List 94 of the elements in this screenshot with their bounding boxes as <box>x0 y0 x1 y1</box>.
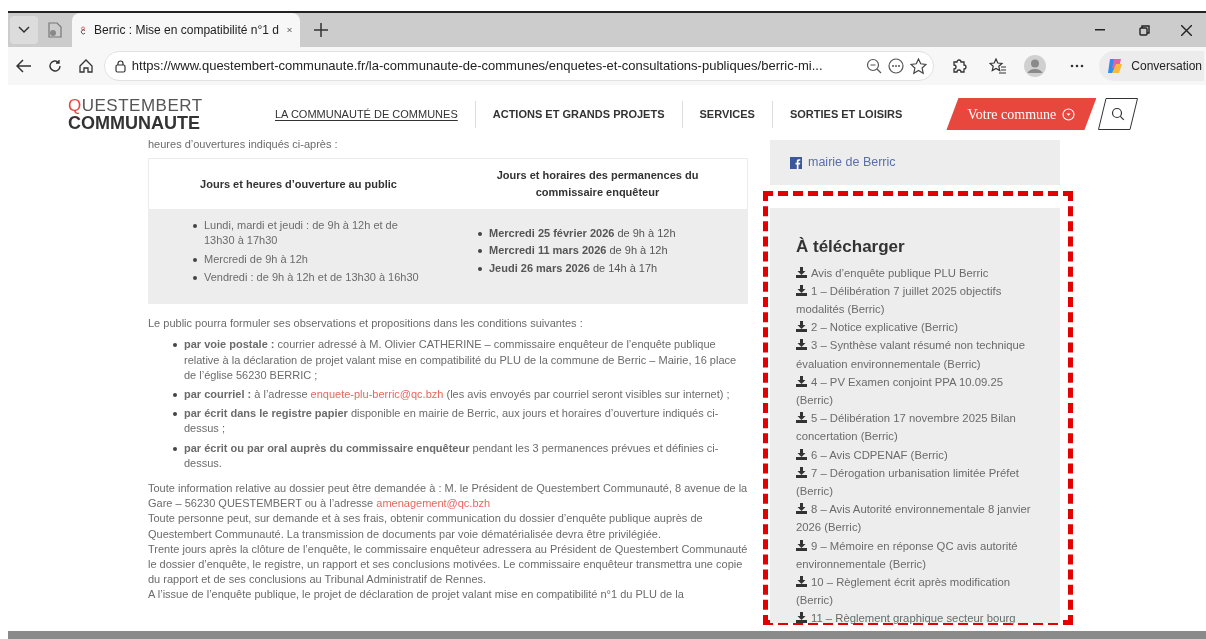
table-cell-text: Mercredi de 9h à 12h <box>204 251 308 267</box>
search-icon <box>1098 98 1139 130</box>
download-link[interactable]: 11 – Règlement graphique secteur bourg <box>796 609 1038 628</box>
download-link[interactable]: 3 – Synthèse valant résumé non technique évaluation environnementale (Berric) <box>796 336 1038 373</box>
download-link[interactable]: 10 – Règlement écrit après modification (Berric) <box>796 572 1038 610</box>
plus-icon <box>314 23 328 37</box>
logo-text: COMMUNAUTE <box>68 113 200 132</box>
bullet-icon <box>193 275 197 280</box>
download-icon <box>796 539 807 551</box>
body-text: A l’issue de l’enquête publique, le projet de déclaration de projet valant mise en compatibilité n°1 du PLU de la <box>148 587 685 603</box>
download-icon <box>796 466 807 478</box>
bullet-icon <box>173 412 177 417</box>
download-icon <box>796 375 807 387</box>
commune-button[interactable]: Votre commune <box>946 98 1097 130</box>
restore-icon <box>1138 24 1150 36</box>
tab-title: Berric : Mise en compatibilité n°1 d <box>94 22 279 39</box>
star-icon <box>910 57 928 75</box>
site-logo[interactable]: QUESTEMBERT COMMUNAUTE <box>68 96 224 132</box>
nav-link[interactable]: LA COMMUNAUTÉ DE COMMUNES <box>275 105 458 123</box>
nav-link[interactable]: SORTIES ET LOISIRS <box>789 105 903 123</box>
bullet-icon <box>193 257 197 262</box>
email-link[interactable]: enquete-plu-berric@qc.bzh <box>310 388 444 400</box>
download-link[interactable]: 7 – Dérogation urbanisation limitée Préfet (Berric) <box>796 463 1038 501</box>
logo-text: QUESTEMBERT <box>68 96 204 114</box>
download-link[interactable]: Avis d’enquête publique PLU Berric <box>796 263 1038 282</box>
download-link[interactable]: 4 – PV Examen conjoint PPA 10.09.25 (Berric) <box>796 372 1038 410</box>
close-icon <box>1180 24 1192 36</box>
download-icon <box>796 412 807 424</box>
refresh-icon <box>47 59 62 73</box>
close-icon[interactable] <box>286 25 292 35</box>
download-link[interactable]: 8 – Avis Autorité environnementale 8 janvier 2026 (Berric) <box>796 500 1038 537</box>
star-list-icon <box>989 58 1008 74</box>
document-icon <box>48 22 62 38</box>
facebook-icon <box>790 156 802 169</box>
list-item-text: par voie postale : courrier adressé à M. Olivier CATHERINE – commissaire enquêteur de l’enquête publique relative à la déclaration de projet valant mise en compatibilité du PLU de la commune de Berric – Mairie, 16 place de l’église 56230 BERRIC ; <box>184 337 738 383</box>
email-link[interactable]: amenagement@qc.bzh <box>376 497 491 510</box>
table-cell-text: Lundi, mardi et jeudi : de 9h à 12h et de 13h30 à 17h30 <box>204 218 399 249</box>
download-link[interactable]: 1 – Délibération 7 juillet 2025 objectifs modalités (Berric) <box>796 281 1038 319</box>
download-icon <box>796 448 807 460</box>
more-options-icon <box>888 58 905 74</box>
download-icon <box>796 284 807 296</box>
bullet-icon <box>173 446 177 451</box>
download-icon <box>796 339 807 351</box>
body-text: Toute personne peut, sur demande et à ses frais, obtenir communication du dossier d’enquête publique auprès de Questembert Communauté. La transmission de documents par voie dématérialisée devra être privilégiée. <box>148 511 704 542</box>
table-cell-text: Mercredi 25 février 2026 de 9h à 12h <box>489 226 676 242</box>
download-icon <box>796 503 807 515</box>
section-title: À télécharger <box>796 236 906 258</box>
list-item-text: par courriel : à l’adresse enquete-plu-berric@qc.bzh (les avis envoyés par courriel seront visibles sur internet) ; <box>184 387 730 402</box>
copilot-button[interactable]: Conversation <box>1099 51 1205 81</box>
search-button[interactable] <box>1098 98 1139 130</box>
bullet-icon <box>478 232 482 237</box>
bullet-icon <box>173 343 177 348</box>
puzzle-icon <box>951 58 967 74</box>
table-cell-text: Jeudi 26 mars 2026 de 14h à 17h <box>489 260 658 276</box>
download-link[interactable]: 6 – Avis CDPENAF (Berric) <box>796 445 1038 464</box>
table-cell-text: Vendredi : de 9h à 12h et de 13h30 à 16h30 <box>204 269 419 285</box>
table-cell-text: Mercredi 11 mars 2026 de 9h à 12h <box>489 243 668 259</box>
download-icon <box>796 321 807 333</box>
download-link[interactable]: 2 – Notice explicative (Berric) <box>796 318 1038 337</box>
horizontal-scrollbar[interactable] <box>8 631 1206 639</box>
download-icon <box>796 266 807 278</box>
bullet-icon <box>173 393 177 397</box>
more-icon <box>1069 64 1084 68</box>
chevron-circle-icon <box>1062 107 1076 121</box>
tab-list-button[interactable] <box>10 16 38 44</box>
body-text: Trente jours après la clôture de l’enquête, le commissaire enquêteur adressera au Président de Questembert Communauté le dossier d’enquête, le registre, un rapport et ses conclusions motivées. Le commissaire enquêteur transmettra une copie du rapport et de ses conclusions au Tribunal Administratif de Rennes. <box>148 541 748 588</box>
home-icon <box>79 59 94 73</box>
download-link[interactable]: 5 – Délibération 17 novembre 2025 Bilan concertation (Berric) <box>796 409 1038 446</box>
bullet-icon <box>478 266 482 271</box>
address-field[interactable]: https://www.questembert-communaute.fr/la-communaute-de-communes/enquetes-et-consultations-publiques/berric-mi... <box>103 51 935 81</box>
list-item-text: par écrit ou par oral auprès du commissaire enquêteur pendant les 3 permanences prévues et définies ci-dessus. <box>184 440 720 471</box>
site-favicon-icon <box>80 23 87 37</box>
lock-icon <box>114 59 126 73</box>
back-arrow-icon <box>15 59 32 73</box>
download-icon <box>796 612 807 624</box>
zoom-out-icon <box>866 58 883 74</box>
nav-link[interactable]: SERVICES <box>699 105 755 123</box>
list-item-text: par écrit dans le registre papier disponible en mairie de Berric, aux jours et horaires d’ouverture indiqués ci-dessus ; <box>184 406 720 437</box>
download-link[interactable]: 9 – Mémoire en réponse QC avis autorité environnementale (Berric) <box>796 536 1038 573</box>
column-header: Jours et heures d’ouverture au public <box>199 176 398 192</box>
body-text: Toute information relative au dossier peut être demandée à : M. le Président de Questembert Communauté, 8 avenue de la Gare – 56230 QUESTEMBERT ou à l’adresse amenagement@qc.bzh <box>148 481 748 512</box>
facebook-link[interactable]: mairie de Berric <box>808 153 896 172</box>
minimize-icon <box>1095 29 1105 31</box>
avatar-icon <box>1024 55 1047 77</box>
body-text: Le public pourra formuler ses observations et propositions dans les conditions suivantes : <box>148 316 584 332</box>
body-text: heures d’ouvertures indiqués ci-après : <box>148 137 339 152</box>
chevron-down-icon <box>18 26 30 34</box>
browser-tab[interactable]: Berric : Mise en compatibilité n°1 d <box>72 13 300 47</box>
bullet-icon <box>193 224 197 229</box>
column-header: Jours et horaires des permanences du commissaire enquêteur <box>495 168 700 201</box>
bullet-icon <box>478 249 482 254</box>
url-text: https://www.questembert-communaute.fr/la-communaute-de-communes/enquetes-et-consultations-publiques/berric-mi... <box>131 57 824 76</box>
nav-link[interactable]: ACTIONS ET GRANDS PROJETS <box>492 105 665 123</box>
download-icon <box>796 575 807 587</box>
